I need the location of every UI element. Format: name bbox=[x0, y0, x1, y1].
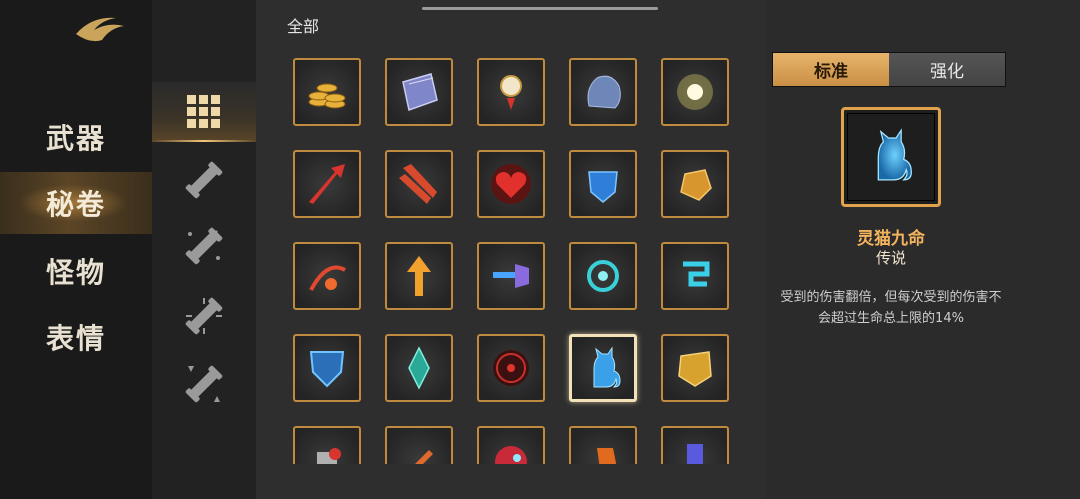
nav-item-label: 秘卷 bbox=[45, 188, 106, 221]
scroll-single-icon bbox=[185, 161, 223, 199]
filter-scroll-single[interactable] bbox=[152, 150, 256, 210]
item-rarity: 传说 bbox=[875, 249, 906, 267]
blue-shield-icon bbox=[588, 171, 618, 203]
triple-arrow-icon bbox=[399, 164, 437, 204]
item-cell[interactable] bbox=[569, 334, 637, 402]
item-cell[interactable] bbox=[477, 58, 545, 126]
blue-armor-icon bbox=[309, 351, 345, 388]
main-navigation: 武器 秘卷 怪物 表情 bbox=[0, 0, 152, 499]
item-description: 受到的伤害翻倍，但每次受到的伤害不会超过生命总上限的14% bbox=[780, 290, 1002, 326]
item-cell[interactable] bbox=[477, 242, 545, 310]
item-cell[interactable] bbox=[293, 426, 361, 464]
nav-item-label: 表情 bbox=[45, 322, 106, 355]
item-cell[interactable] bbox=[385, 150, 453, 218]
filter-column bbox=[152, 0, 256, 499]
piercing-arrow-icon bbox=[493, 264, 529, 288]
item-cell[interactable] bbox=[661, 242, 729, 310]
spirit-cat-icon bbox=[877, 128, 912, 181]
item-cell[interactable] bbox=[385, 242, 453, 310]
tab-enhanced[interactable]: 强化 bbox=[889, 53, 1005, 86]
grid-icon bbox=[187, 95, 220, 128]
item-cell[interactable] bbox=[293, 242, 361, 310]
nav-item-monsters[interactable]: 怪物 bbox=[0, 240, 152, 302]
scroll-indicator[interactable] bbox=[422, 7, 658, 10]
scroll-arrows-icon bbox=[185, 365, 223, 403]
row5-item-5-icon bbox=[687, 444, 703, 464]
amulet-icon bbox=[500, 75, 522, 110]
scroll-sparkle-icon bbox=[185, 227, 223, 265]
item-cell[interactable] bbox=[385, 58, 453, 126]
item-cell[interactable] bbox=[293, 150, 361, 218]
row5-item-1-icon bbox=[317, 448, 341, 464]
filter-all[interactable] bbox=[152, 82, 256, 142]
item-cell[interactable] bbox=[293, 58, 361, 126]
detail-panel: 标准 强化 灵猫九命 传说 受到的伤害翻倍，但每次受到的伤害不会超过生命总上限的… bbox=[766, 0, 1080, 499]
filter-scroll-arrows[interactable] bbox=[152, 354, 256, 414]
gold-rune-icon bbox=[678, 351, 712, 387]
blue-scroll-icon bbox=[683, 261, 710, 287]
item-cell[interactable] bbox=[477, 334, 545, 402]
item-cell[interactable] bbox=[569, 242, 637, 310]
category-title: 全部 bbox=[287, 17, 320, 36]
item-cell[interactable] bbox=[477, 150, 545, 218]
nav-item-scrolls[interactable]: 秘卷 bbox=[0, 172, 152, 234]
item-cell[interactable] bbox=[385, 334, 453, 402]
up-arrow-icon bbox=[407, 256, 431, 296]
heart-icon bbox=[491, 164, 531, 204]
item-cell[interactable] bbox=[477, 426, 545, 464]
item-cell[interactable] bbox=[661, 150, 729, 218]
nav-item-label: 武器 bbox=[45, 122, 106, 155]
green-crystal-icon bbox=[408, 346, 430, 390]
filter-scroll-burst[interactable] bbox=[152, 286, 256, 346]
item-grid-panel: 全部 bbox=[256, 0, 766, 499]
red-target-icon bbox=[493, 350, 529, 386]
stone-icon bbox=[587, 75, 621, 109]
spellbook-icon bbox=[402, 73, 438, 111]
detail-tabs: 标准 强化 bbox=[772, 52, 1006, 87]
row5-item-2-icon bbox=[415, 450, 433, 464]
item-cell[interactable] bbox=[661, 58, 729, 126]
row5-item-3-icon bbox=[495, 446, 527, 464]
tab-standard[interactable]: 标准 bbox=[773, 53, 889, 86]
fire-bow-icon bbox=[309, 265, 346, 291]
item-cell[interactable] bbox=[385, 426, 453, 464]
scroll-burst-icon bbox=[185, 297, 223, 335]
item-cell[interactable] bbox=[661, 334, 729, 402]
item-cell[interactable] bbox=[569, 150, 637, 218]
item-cell[interactable] bbox=[661, 426, 729, 464]
item-name: 灵猫九命 bbox=[857, 229, 925, 249]
nav-item-emotes[interactable]: 表情 bbox=[0, 306, 152, 368]
detail-item-frame bbox=[841, 107, 941, 207]
item-cell[interactable] bbox=[569, 426, 637, 464]
blue-ring-icon bbox=[587, 260, 619, 292]
nav-item-label: 怪物 bbox=[45, 256, 106, 289]
game-logo-icon bbox=[76, 17, 124, 42]
light-orb-icon bbox=[677, 74, 713, 110]
red-arrow-icon bbox=[309, 164, 345, 204]
gold-coins-icon bbox=[308, 83, 346, 109]
item-cell[interactable] bbox=[293, 334, 361, 402]
filter-scroll-sparkle[interactable] bbox=[152, 216, 256, 276]
spirit-cat-icon bbox=[593, 346, 621, 388]
golden-glove-icon bbox=[680, 169, 712, 201]
item-cell[interactable] bbox=[569, 58, 637, 126]
nav-item-weapons[interactable]: 武器 bbox=[0, 106, 152, 168]
row5-item-4-icon bbox=[597, 448, 617, 464]
item-grid[interactable] bbox=[280, 48, 750, 464]
